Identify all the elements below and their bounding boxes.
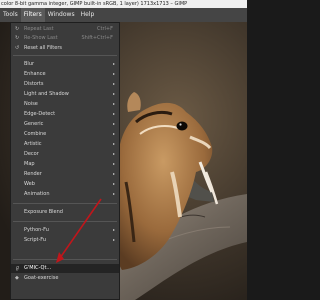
submenu-label: Map [24, 161, 35, 167]
reshow-last-shortcut: Shift+Ctrl+F [81, 35, 113, 41]
submenu-arrow-icon [113, 103, 115, 105]
submenu-label: Render [24, 171, 42, 177]
menu-separator [13, 55, 117, 56]
submenu-label: Distorts [24, 81, 44, 87]
submenu-label: Script-Fu [24, 237, 47, 243]
submenu-arrow-icon [113, 133, 115, 135]
menu-item-enhance[interactable]: Enhance [11, 70, 119, 79]
window-title: color 8-bit gamma integer, GIMP built-in… [1, 1, 188, 7]
menu-item-combine[interactable]: Combine [11, 130, 119, 139]
menu-item-goat-exercise[interactable]: ◆ Goat-exercise [11, 274, 119, 283]
submenu-label: Web [24, 181, 35, 187]
gmic-label: G'MIC-Qt... [24, 265, 52, 271]
submenu-label: Enhance [24, 71, 46, 77]
submenu-arrow-icon [113, 173, 115, 175]
menu-separator [13, 203, 117, 204]
menu-item-generic[interactable]: Generic [11, 120, 119, 129]
submenu-label: Python-Fu [24, 227, 49, 233]
menu-item-exposure-blend[interactable]: Exposure Blend [11, 208, 119, 217]
menu-help[interactable]: Help [78, 8, 98, 22]
menu-item-web[interactable]: Web [11, 180, 119, 189]
repeat-last-label: Repeat Last [24, 26, 54, 32]
submenu-arrow-icon [113, 229, 115, 231]
menu-item-light-and-shadow[interactable]: Light and Shadow [11, 90, 119, 99]
submenu-arrow-icon [113, 239, 115, 241]
submenu-label: Light and Shadow [24, 91, 69, 97]
menu-item-reset-all-filters[interactable]: ↺ Reset all Filters [11, 44, 119, 53]
repeat-icon: ↻ [15, 26, 20, 32]
menu-item-edge-detect[interactable]: Edge-Detect [11, 110, 119, 119]
repeat-last-shortcut: Ctrl+F [97, 26, 113, 32]
menu-item-artistic[interactable]: Artistic [11, 140, 119, 149]
submenu-arrow-icon [113, 63, 115, 65]
submenu-label: Generic [24, 121, 44, 127]
filters-menu: ↻ Repeat Last Ctrl+F ↻ Re-Show Last Shif… [10, 22, 120, 300]
submenu-arrow-icon [113, 183, 115, 185]
reshow-last-label: Re-Show Last [24, 35, 58, 41]
menu-item-decor[interactable]: Decor [11, 150, 119, 159]
submenu-label: Blur [24, 61, 35, 67]
submenu-arrow-icon [113, 143, 115, 145]
menu-item-repeat-last[interactable]: ↻ Repeat Last Ctrl+F [11, 25, 119, 34]
submenu-label: Noise [24, 101, 38, 107]
exposure-blend-label: Exposure Blend [24, 209, 63, 215]
menu-filters[interactable]: Filters [20, 8, 45, 22]
submenu-label: Animation [24, 191, 50, 197]
menu-item-render[interactable]: Render [11, 170, 119, 179]
submenu-arrow-icon [113, 123, 115, 125]
reset-all-label: Reset all Filters [24, 45, 62, 51]
submenu-arrow-icon [113, 93, 115, 95]
menu-tools[interactable]: Tools [0, 8, 21, 22]
menu-item-distorts[interactable]: Distorts [11, 80, 119, 89]
menu-separator [13, 221, 117, 222]
submenu-arrow-icon [113, 83, 115, 85]
menu-windows[interactable]: Windows [45, 8, 78, 22]
submenu-arrow-icon [113, 193, 115, 195]
menu-item-blur[interactable]: Blur [11, 60, 119, 69]
submenu-arrow-icon [113, 163, 115, 165]
submenu-label: Combine [24, 131, 47, 137]
menu-item-script-fu[interactable]: Script-Fu [11, 236, 119, 245]
menu-item-gmic-qt[interactable]: ℊ G'MIC-Qt... [11, 264, 119, 273]
menu-separator [13, 259, 117, 260]
menu-item-reshow-last[interactable]: ↻ Re-Show Last Shift+Ctrl+F [11, 34, 119, 43]
submenu-label: Edge-Detect [24, 111, 56, 117]
submenu-arrow-icon [113, 73, 115, 75]
goat-icon: ◆ [15, 275, 19, 281]
menu-item-python-fu[interactable]: Python-Fu [11, 226, 119, 235]
submenu-arrow-icon [113, 113, 115, 115]
submenu-arrow-icon [113, 153, 115, 155]
menu-item-noise[interactable]: Noise [11, 100, 119, 109]
reshow-icon: ↻ [15, 35, 20, 41]
goat-label: Goat-exercise [24, 275, 59, 281]
menubar: Tools Filters Windows Help [0, 8, 247, 22]
reset-icon: ↺ [15, 45, 20, 51]
window-titlebar: color 8-bit gamma integer, GIMP built-in… [0, 0, 247, 8]
gmic-icon: ℊ [15, 265, 21, 271]
menu-item-animation[interactable]: Animation [11, 190, 119, 199]
menu-item-map[interactable]: Map [11, 160, 119, 169]
submenu-label: Artistic [24, 141, 42, 147]
submenu-label: Decor [24, 151, 39, 157]
